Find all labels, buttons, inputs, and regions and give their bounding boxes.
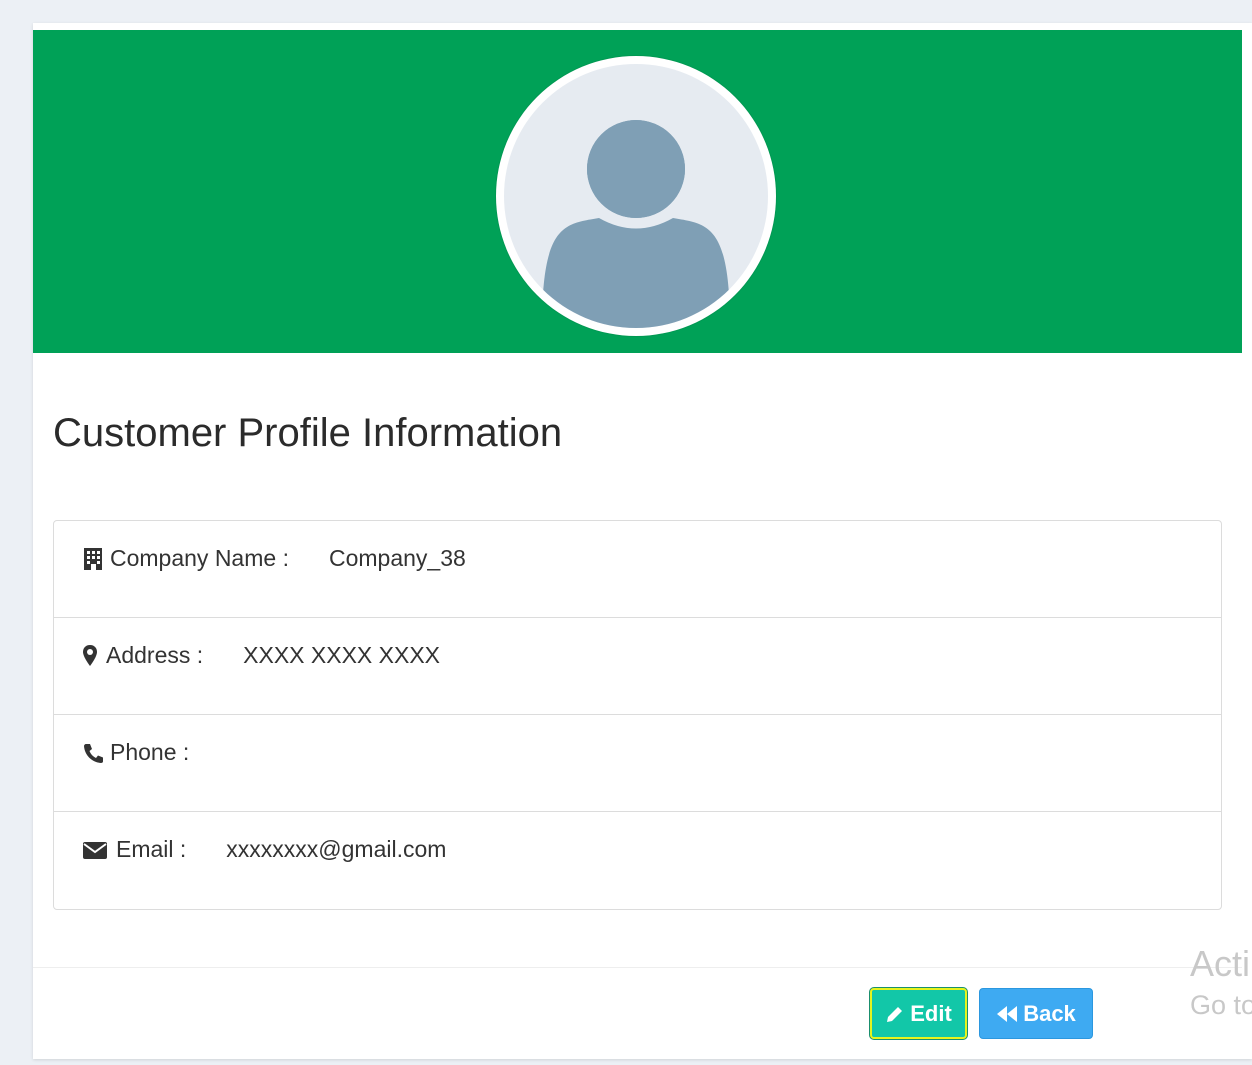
user-silhouette-icon (542, 120, 730, 328)
back-button[interactable]: Back (979, 988, 1093, 1039)
phone-label: Phone : (110, 739, 190, 765)
pencil-icon (887, 1006, 903, 1022)
page-title: Customer Profile Information (53, 411, 563, 455)
address-value: XXXX XXXX XXXX (243, 642, 441, 668)
phone-row: Phone : (54, 715, 1221, 812)
map-marker-icon (82, 644, 100, 668)
edit-button-label: Edit (910, 1000, 952, 1026)
edit-button[interactable]: Edit (870, 988, 967, 1039)
email-value: xxxxxxxx@gmail.com (226, 836, 447, 862)
email-row: Email : xxxxxxxx@gmail.com (54, 812, 1221, 909)
company-name-row: Company Name : Company_38 (54, 521, 1221, 618)
avatar (496, 56, 776, 336)
envelope-icon (82, 838, 110, 862)
email-label: Email : (116, 836, 187, 862)
address-row: Address : XXXX XXXX XXXX (54, 618, 1221, 715)
activation-watermark-subtitle: Go to (1190, 990, 1252, 1020)
company-name-label: Company Name : (110, 545, 289, 571)
building-icon (82, 547, 104, 571)
back-button-label: Back (1023, 1000, 1076, 1026)
profile-info-list: Company Name : Company_38 Address : XXXX… (53, 520, 1222, 910)
phone-icon (82, 741, 104, 765)
address-label: Address : (106, 642, 204, 668)
activation-watermark-title: Acti (1190, 943, 1251, 984)
backward-icon (997, 1005, 1018, 1022)
company-name-value: Company_38 (328, 545, 466, 571)
footer-divider (33, 967, 1242, 968)
profile-banner (33, 30, 1242, 353)
profile-card: Customer Profile Information Company Nam… (33, 23, 1252, 1059)
